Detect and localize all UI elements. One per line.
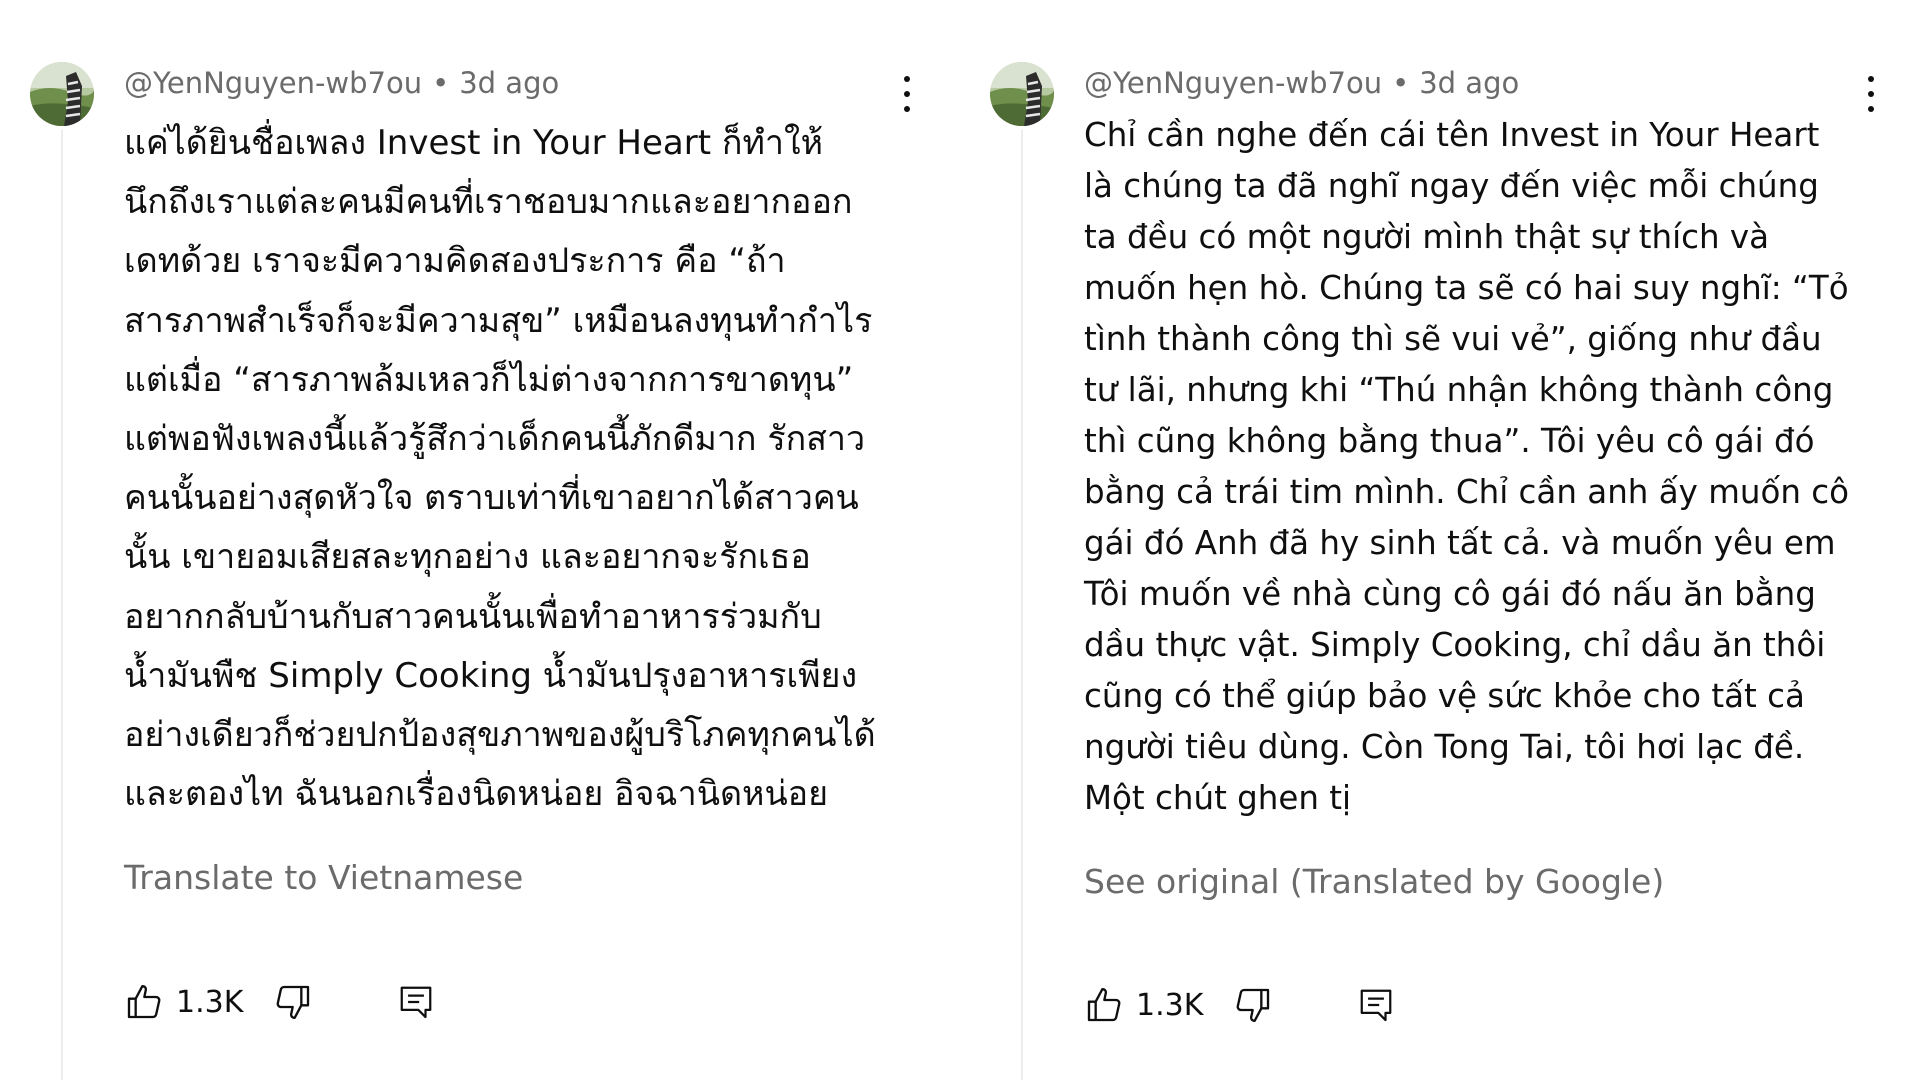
thumbs-up-icon[interactable] [124, 982, 164, 1022]
more-vert-icon[interactable] [894, 76, 920, 112]
comment-line: người tiêu dùng. Còn Tong Tai, tôi hơi l… [1084, 728, 1805, 766]
comment-line: แค่ได้ยินชื่อเพลง Invest in Your Heart ก… [124, 123, 823, 163]
comment-line: และตองไท ฉันนอกเรื่องนิดหน่อย อิจฉานิดหน… [124, 774, 829, 815]
comment-line: muốn hẹn hò. Chúng ta sẽ có hai suy nghĩ… [1084, 269, 1849, 307]
comment-text: Chỉ cần nghe đến cái tên Invest in Your … [1084, 110, 1849, 824]
comment-line: แต่พอฟังเพลงนี้แล้วรู้สึกว่าเด็กคนนี้ภัก… [124, 419, 866, 460]
thread-line [1021, 130, 1023, 1080]
comment-line: นั้น เขายอมเสียสละทุกอย่าง และอยากจะรักเ… [124, 537, 811, 578]
comment-line: แต่เมื่อ “สารภาพล้มเหลวก็ไม่ต่างจากการขา… [124, 359, 854, 400]
like-count: 1.3K [176, 984, 244, 1020]
comment-reply-icon[interactable] [1357, 985, 1395, 1025]
translate-link[interactable]: Translate to Vietnamese [124, 858, 523, 898]
comment-time: 3d ago [459, 66, 560, 100]
avatar[interactable] [990, 62, 1054, 126]
comment-line: tư lãi, nhưng khi “Thú nhận không thành … [1084, 371, 1834, 409]
meta-separator: • [1392, 66, 1410, 100]
like-count: 1.3K [1136, 987, 1204, 1023]
comment-actions: 1.3K [124, 978, 435, 1026]
page: @YenNguyen-wb7ou • 3d ago แค่ได้ยินชื่อเพล… [0, 0, 1920, 1080]
thumbs-down-icon[interactable] [1233, 985, 1273, 1025]
comment-line: cũng có thể giúp bảo vệ sức khỏe cho tất… [1084, 677, 1805, 715]
avatar-image [990, 62, 1054, 126]
thread-line [61, 130, 63, 1080]
meta-separator: • [432, 66, 450, 100]
comment-line: Tôi muốn về nhà cùng cô gái đó nấu ăn bằ… [1084, 575, 1816, 613]
thumbs-down-icon[interactable] [273, 982, 313, 1022]
comment-vietnamese: @YenNguyen-wb7ou • 3d ago Chỉ cần nghe đến… [960, 0, 1920, 1080]
comment-line: สารภาพสำเร็จก็จะมีความสุข” เหมือนลงทุนทำ… [124, 300, 873, 341]
author-name[interactable]: @YenNguyen-wb7ou [1084, 66, 1382, 100]
avatar[interactable] [30, 62, 94, 126]
comment-thai: @YenNguyen-wb7ou • 3d ago แค่ได้ยินชื่อเพล… [0, 0, 960, 1080]
comment-actions: 1.3K [1084, 981, 1395, 1029]
comment-line: gái đó Anh đã hy sinh tất cả. và muốn yê… [1084, 524, 1836, 562]
comment-line: คนนั้นอย่างสุดหัวใจ ตราบเท่าที่เขาอยากได… [124, 478, 859, 519]
comment-reply-icon[interactable] [397, 982, 435, 1022]
thumbs-up-icon[interactable] [1084, 985, 1124, 1025]
comment-time: 3d ago [1419, 66, 1520, 100]
comment-text: แค่ได้ยินชื่อเพลง Invest in Your Heart ก… [124, 114, 876, 824]
avatar-image [30, 62, 94, 126]
comment-line: dầu thực vật. Simply Cooking, chỉ dầu ăn… [1084, 626, 1826, 664]
comment-line: Một chút ghen tị [1084, 779, 1352, 817]
comment-line: Chỉ cần nghe đến cái tên Invest in Your … [1084, 116, 1820, 154]
comment-line: tình thành công thì sẽ vui vẻ”, giống nh… [1084, 320, 1822, 358]
comment-line: เดทด้วย เราจะมีความคิดสองประการ คือ “ถ้า [124, 241, 786, 282]
comment-line: อยากกลับบ้านกับสาวคนนั้นเพื่อทำอาหารร่วม… [124, 596, 822, 637]
comment-line: thì cũng không bằng thua”. Tôi yêu cô gá… [1084, 422, 1815, 460]
more-vert-icon[interactable] [1858, 76, 1884, 112]
comment-meta: @YenNguyen-wb7ou • 3d ago [124, 64, 559, 102]
comment-line: นึกถึงเราแต่ละคนมีคนที่เราชอบมากและอยากอ… [124, 182, 853, 223]
comment-line: น้ำมันพืช Simply Cooking น้ำมันปรุงอาหาร… [124, 655, 858, 696]
comment-line: là chúng ta đã nghĩ ngay đến việc mỗi ch… [1084, 167, 1819, 205]
comment-line: อย่างเดียวก็ช่วยปกป้องสุขภาพของผู้บริโภค… [124, 715, 876, 756]
comment-meta: @YenNguyen-wb7ou • 3d ago [1084, 64, 1519, 102]
author-name[interactable]: @YenNguyen-wb7ou [124, 66, 422, 100]
see-original-link[interactable]: See original (Translated by Google) [1084, 862, 1664, 902]
comment-line: bằng cả trái tim mình. Chỉ cần anh ấy mu… [1084, 473, 1850, 511]
comment-line: ta đều có một người mình thật sự thích v… [1084, 218, 1770, 256]
